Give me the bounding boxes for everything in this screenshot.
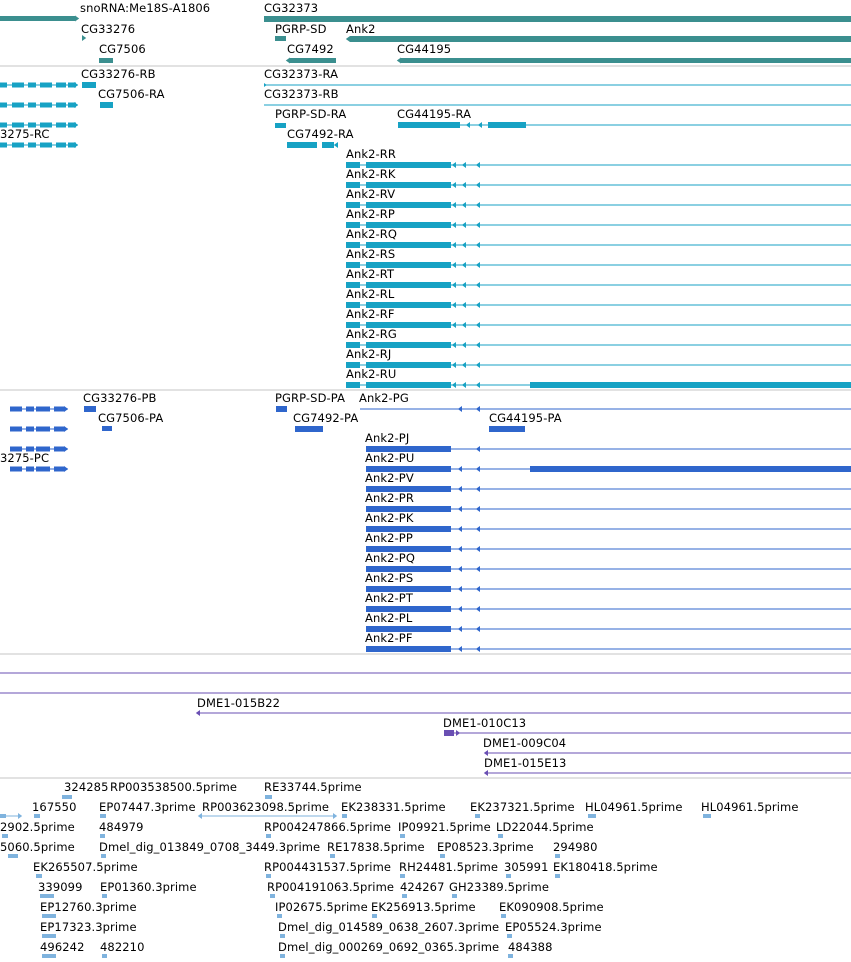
- feature-label-3275-rc[interactable]: 3275-RC: [0, 128, 50, 141]
- feature-label-rp003538500-5prime[interactable]: RP003538500.5prime: [110, 781, 237, 794]
- feature-label-pgrp-sd-pa[interactable]: PGRP-SD-PA: [275, 392, 345, 405]
- feature-label-ek238331-5prime[interactable]: EK238331.5prime: [341, 801, 446, 814]
- feature-label-cg44195-pa[interactable]: CG44195-PA: [489, 412, 562, 425]
- feature-label-ip02675-5prime[interactable]: IP02675.5prime: [275, 901, 368, 914]
- feature-label-496242[interactable]: 496242: [40, 941, 85, 954]
- feature-label-324285[interactable]: 324285: [64, 781, 109, 794]
- feature-label-ip09921-5prime[interactable]: IP09921.5prime: [398, 821, 491, 834]
- feature-label-cg44195-ra[interactable]: CG44195-RA: [397, 108, 471, 121]
- feature-label-ank2-pf[interactable]: Ank2-PF: [365, 632, 413, 645]
- feature-label-dmel-dig-000269-0692-0365-3prime[interactable]: Dmel_dig_000269_0692_0365.3prime: [278, 941, 499, 954]
- feature-label-cg33276-rb[interactable]: CG33276-RB: [81, 68, 156, 81]
- feature-label-ek090908-5prime[interactable]: EK090908.5prime: [499, 901, 604, 914]
- feature-label-rp004431537-5prime[interactable]: RP004431537.5prime: [264, 861, 391, 874]
- feature-label-ank2-pt[interactable]: Ank2-PT: [365, 592, 413, 605]
- feature-label-gh23389-5prime[interactable]: GH23389.5prime: [449, 881, 549, 894]
- feature-label-2902-5prime[interactable]: 2902.5prime: [0, 821, 75, 834]
- feature-label-ank2-pj[interactable]: Ank2-PJ: [365, 432, 409, 445]
- feature-label-dme1-015e13[interactable]: DME1-015E13: [484, 757, 566, 770]
- feature-label-ld22044-5prime[interactable]: LD22044.5prime: [496, 821, 594, 834]
- feature-label-dme1-010c13[interactable]: DME1-010C13: [443, 717, 526, 730]
- feature-label-cg44195[interactable]: CG44195: [397, 43, 451, 56]
- feature-label-pgrp-sd-ra[interactable]: PGRP-SD-RA: [275, 108, 346, 121]
- feature-label-ank2-rs[interactable]: Ank2-RS: [346, 248, 395, 261]
- feature-label-ek265507-5prime[interactable]: EK265507.5prime: [33, 861, 138, 874]
- feature-label-cg33276[interactable]: CG33276: [81, 23, 135, 36]
- feature-label-rp004247866-5prime[interactable]: RP004247866.5prime: [264, 821, 391, 834]
- feature-label-ank2[interactable]: Ank2: [346, 23, 376, 36]
- feature-label-ank2-pp[interactable]: Ank2-PP: [365, 532, 413, 545]
- feature-label-ank2-rk[interactable]: Ank2-RK: [346, 168, 396, 181]
- feature-label-305991[interactable]: 305991: [504, 861, 549, 874]
- feature-label-hl04961-5prime[interactable]: HL04961.5prime: [585, 801, 683, 814]
- feature-label-ank2-rl[interactable]: Ank2-RL: [346, 288, 394, 301]
- feature-label-424267[interactable]: 424267: [400, 881, 445, 894]
- feature-label-339099[interactable]: 339099: [38, 881, 83, 894]
- feature-label-cg7492-ra[interactable]: CG7492-RA: [287, 128, 354, 141]
- feature-label-ep07447-3prime[interactable]: EP07447.3prime: [99, 801, 196, 814]
- feature-label-ep05524-3prime[interactable]: EP05524.3prime: [505, 921, 602, 934]
- feature-label-dme1-009c04[interactable]: DME1-009C04: [483, 737, 566, 750]
- feature-label-5060-5prime[interactable]: 5060.5prime: [0, 841, 75, 854]
- feature-label-ep08523-3prime[interactable]: EP08523.3prime: [437, 841, 534, 854]
- feature-label-ank2-rt[interactable]: Ank2-RT: [346, 268, 394, 281]
- feature-label-ank2-pr[interactable]: Ank2-PR: [365, 492, 414, 505]
- feature-label-3275-pc[interactable]: 3275-PC: [0, 452, 49, 465]
- feature-label-cg7492-pa[interactable]: CG7492-PA: [293, 412, 358, 425]
- feature-label-ank2-pq[interactable]: Ank2-PQ: [365, 552, 415, 565]
- feature-label-cg32373-ra[interactable]: CG32373-RA: [264, 68, 338, 81]
- feature-label-484979[interactable]: 484979: [99, 821, 144, 834]
- feature-label-cg32373-rb[interactable]: CG32373-RB: [264, 88, 339, 101]
- feature-label-cg7506-ra[interactable]: CG7506-RA: [98, 88, 165, 101]
- feature-label-484388[interactable]: 484388: [508, 941, 553, 954]
- feature-label-snorna-me18s-a1806[interactable]: snoRNA:Me18S-A1806: [80, 2, 210, 15]
- feature-label-ank2-rq[interactable]: Ank2-RQ: [346, 228, 397, 241]
- feature-label-ep17323-3prime[interactable]: EP17323.3prime: [40, 921, 137, 934]
- feature-label-ep12760-3prime[interactable]: EP12760.3prime: [40, 901, 137, 914]
- feature-label-cg7506-pa[interactable]: CG7506-PA: [98, 412, 163, 425]
- feature-label-ank2-pv[interactable]: Ank2-PV: [365, 472, 414, 485]
- feature-label-dme1-015b22[interactable]: DME1-015B22: [197, 697, 280, 710]
- feature-label-cg7506[interactable]: CG7506: [99, 43, 146, 56]
- feature-label-pgrp-sd[interactable]: PGRP-SD: [275, 23, 327, 36]
- feature-label-ank2-rf[interactable]: Ank2-RF: [346, 308, 395, 321]
- feature-label-dmel-dig-014589-0638-2607-3prime[interactable]: Dmel_dig_014589_0638_2607.3prime: [278, 921, 499, 934]
- feature-label-ek180418-5prime[interactable]: EK180418.5prime: [553, 861, 658, 874]
- feature-label-ek256913-5prime[interactable]: EK256913.5prime: [371, 901, 476, 914]
- feature-label-rp003623098-5prime[interactable]: RP003623098.5prime: [202, 801, 329, 814]
- feature-label-rh24481-5prime[interactable]: RH24481.5prime: [399, 861, 498, 874]
- feature-label-dmel-dig-013849-0708-3449-3prime[interactable]: Dmel_dig_013849_0708_3449.3prime: [99, 841, 320, 854]
- feature-label-ank2-pg[interactable]: Ank2-PG: [359, 392, 409, 405]
- feature-label-cg32373[interactable]: CG32373: [264, 2, 318, 15]
- feature-label-cg33276-pb[interactable]: CG33276-PB: [83, 392, 157, 405]
- feature-label-ank2-pu[interactable]: Ank2-PU: [365, 452, 414, 465]
- feature-label-ank2-rr[interactable]: Ank2-RR: [346, 148, 396, 161]
- feature-label-167550[interactable]: 167550: [32, 801, 77, 814]
- feature-label-hl04961-5prime[interactable]: HL04961.5prime: [701, 801, 799, 814]
- feature-label-482210[interactable]: 482210: [100, 941, 145, 954]
- feature-label-ank2-pl[interactable]: Ank2-PL: [365, 612, 412, 625]
- feature-label-294980[interactable]: 294980: [553, 841, 598, 854]
- feature-label-ank2-pk[interactable]: Ank2-PK: [365, 512, 413, 525]
- feature-labels: snoRNA:Me18S-A1806 CG32373 CG33276 PGRP-SD A…: [0, 0, 851, 962]
- feature-label-ank2-rj[interactable]: Ank2-RJ: [346, 348, 391, 361]
- feature-label-ek237321-5prime[interactable]: EK237321.5prime: [470, 801, 575, 814]
- feature-label-rp004191063-5prime[interactable]: RP004191063.5prime: [267, 881, 394, 894]
- feature-label-ank2-ps[interactable]: Ank2-PS: [365, 572, 413, 585]
- feature-label-re17838-5prime[interactable]: RE17838.5prime: [327, 841, 425, 854]
- feature-label-cg7492[interactable]: CG7492: [287, 43, 334, 56]
- feature-label-ank2-rg[interactable]: Ank2-RG: [346, 328, 397, 341]
- feature-label-ank2-rv[interactable]: Ank2-RV: [346, 188, 395, 201]
- feature-label-ank2-rp[interactable]: Ank2-RP: [346, 208, 395, 221]
- genome-browser-view: snoRNA:Me18S-A1806 CG32373 CG33276 PGRP-SD A…: [0, 0, 851, 962]
- feature-label-ep01360-3prime[interactable]: EP01360.3prime: [100, 881, 197, 894]
- feature-label-re33744-5prime[interactable]: RE33744.5prime: [264, 781, 362, 794]
- feature-label-ank2-ru[interactable]: Ank2-RU: [346, 368, 396, 381]
